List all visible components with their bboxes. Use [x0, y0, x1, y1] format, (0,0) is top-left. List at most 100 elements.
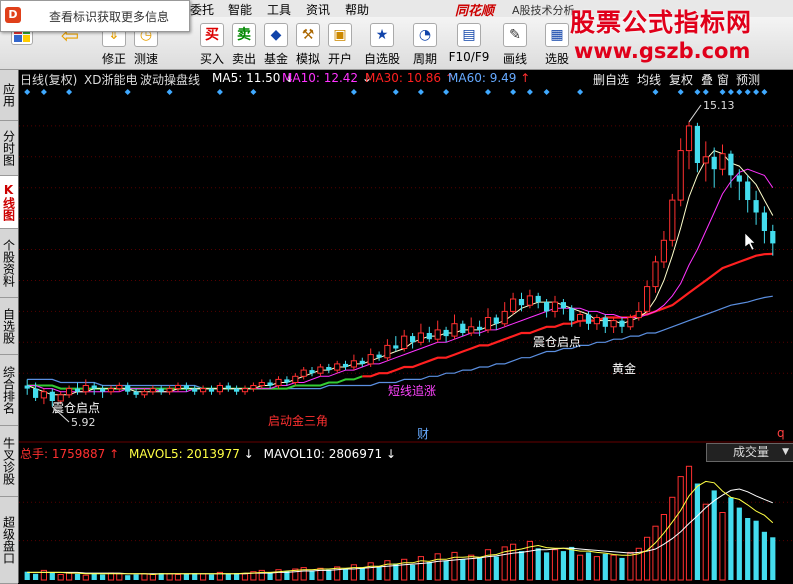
nav-tab-profile[interactable]: 个股资料 — [0, 229, 18, 298]
watchlist-button[interactable]: ★ 自选股 — [362, 21, 402, 67]
volume-bar-up — [57, 574, 64, 581]
period-icon: ◔ — [413, 23, 437, 47]
candle-body-up — [451, 323, 458, 337]
volume-bar-down — [100, 574, 106, 580]
volume-bar-down — [91, 573, 97, 580]
candle-body-down — [326, 367, 332, 371]
total-volume-arrow-icon: ↑ — [109, 447, 120, 461]
volume-bar-up — [677, 476, 684, 581]
volume-bar-up — [451, 551, 458, 581]
nav-tab-intraday[interactable]: 分时图 — [0, 121, 18, 176]
signal-diamond-icon — [761, 89, 768, 95]
volume-bar-down — [208, 574, 215, 580]
volume-bar-up — [367, 562, 374, 581]
volume-bar-down — [24, 571, 30, 580]
signal-diamond-icon — [216, 89, 223, 95]
candle-body-down — [761, 212, 767, 231]
total-volume-readout: 总手: 1759887 ↑ — [20, 447, 123, 461]
nav-tab-kline[interactable]: K线图 — [0, 176, 18, 229]
tab-adjust[interactable]: 复权 — [669, 71, 693, 88]
fund-button[interactable]: ◆ 基金 — [261, 21, 291, 67]
candle-body-up — [417, 332, 424, 343]
candle-body-down — [91, 385, 97, 389]
tip-logo-icon: D — [5, 7, 21, 23]
volume-bar-up — [484, 549, 492, 581]
high-leader-line — [688, 104, 702, 123]
open-account-label: 开户 — [327, 52, 352, 66]
candle-body-down — [544, 302, 550, 312]
simulate-label: 模拟 — [295, 52, 320, 66]
volume-bar-down — [225, 573, 231, 580]
candle-body-down — [33, 388, 39, 398]
sell-button[interactable]: 卖 卖出 — [229, 21, 259, 67]
signal-diamond-icon — [543, 89, 550, 95]
candle-body-up — [510, 298, 517, 312]
menu-item-tools[interactable]: 工具 — [267, 1, 291, 18]
volume-bar-up — [149, 574, 157, 581]
nav-tab-super-panel[interactable]: 超级盘口 — [0, 497, 18, 584]
menu-item-help[interactable]: 帮助 — [345, 1, 369, 18]
nav-tab-ranking[interactable]: 综合排名 — [0, 355, 18, 426]
tab-forecast[interactable]: 预测 — [736, 71, 760, 88]
golden-triangle-label: 启动金三角 — [268, 413, 328, 428]
lock-icon: ▣ — [328, 23, 352, 47]
volume-indicator-select[interactable]: 成交量 ▼ — [706, 443, 793, 462]
volume-bar-down — [133, 574, 139, 580]
stock-name: XD浙能电 — [84, 73, 138, 87]
volume-bar-up — [719, 512, 726, 581]
ma30-label: MA30: — [365, 71, 403, 85]
candle-body-up — [551, 301, 559, 312]
candle-body-up — [40, 391, 47, 399]
draw-line-button[interactable]: ✎ 画线 — [498, 21, 532, 67]
buy-button[interactable]: 买 买入 — [197, 21, 227, 67]
volume-bar-up — [551, 549, 559, 581]
site-watermark: 股票公式指标网 www.gszb.com — [570, 3, 752, 63]
simulate-button[interactable]: ⚒ 模拟 — [293, 21, 323, 67]
kline-chart[interactable]: 15.13 5.92 震仓启点 启动金三角 短线追涨 震仓启点 黄金 财 q — [19, 87, 793, 443]
menu-item-trade[interactable]: 委托 — [190, 1, 214, 18]
select-stock-button[interactable]: ▦ 选股 — [540, 21, 574, 67]
tab-ma-lines[interactable]: 均线 — [637, 71, 661, 88]
candle-body-down — [393, 345, 399, 349]
app-subtitle: A股技术分析 — [512, 4, 575, 17]
tab-overlay[interactable]: 叠 — [701, 71, 713, 88]
volume-chart[interactable] — [19, 462, 793, 583]
volume-bar-down — [619, 557, 625, 580]
volume-bar-down — [694, 483, 700, 580]
tip-popup[interactable]: D 查看标识获取更多信息 — [0, 0, 190, 32]
mouse-cursor-icon — [744, 232, 756, 251]
volume-bar-up — [593, 556, 600, 581]
candle-body-up — [652, 261, 659, 288]
menu-item-news[interactable]: 资讯 — [306, 1, 330, 18]
period-label[interactable]: 日线(复权) — [20, 71, 77, 88]
draw-line-label: 画线 — [502, 52, 527, 66]
candle-body-down — [208, 388, 215, 392]
candle-body-up — [677, 150, 684, 201]
menu-item-smart[interactable]: 智能 — [228, 1, 252, 18]
volume-bar-down — [535, 548, 541, 580]
open-account-button[interactable]: ▣ 开户 — [325, 21, 355, 67]
candle-body-down — [770, 231, 776, 244]
candle-body-up — [317, 366, 324, 374]
volume-bar-down — [359, 567, 365, 580]
tab-window[interactable]: 窗 — [717, 71, 729, 88]
signal-diamond-icon — [485, 89, 491, 95]
signal-diamond-icon — [24, 89, 31, 95]
f10-button[interactable]: ▤ F10/F9 — [448, 21, 490, 67]
nav-tab-diagnose[interactable]: 牛叉诊股 — [0, 426, 18, 497]
candle-body-down — [410, 336, 416, 343]
mavol10-label: MAVOL10: — [263, 447, 325, 461]
nav-tab-watchlist[interactable]: 自选股 — [0, 298, 18, 355]
total-volume-value: 1759887 — [51, 447, 106, 461]
fund-label: 基金 — [263, 52, 288, 66]
tab-remove-watchlist[interactable]: 删自选 — [593, 71, 629, 88]
volume-bar-down — [761, 531, 767, 580]
nav-tab-apps[interactable]: 应用 — [0, 70, 18, 121]
candle-body-up — [468, 326, 475, 334]
signal-diamond-icon — [250, 89, 257, 95]
candle-body-up — [384, 344, 391, 359]
volume-bar-down — [518, 551, 525, 580]
signal-diamond-icon — [677, 89, 684, 95]
period-button[interactable]: ◔ 周期 — [408, 21, 442, 67]
indicator-name[interactable]: 波动操盘线 — [140, 71, 200, 88]
